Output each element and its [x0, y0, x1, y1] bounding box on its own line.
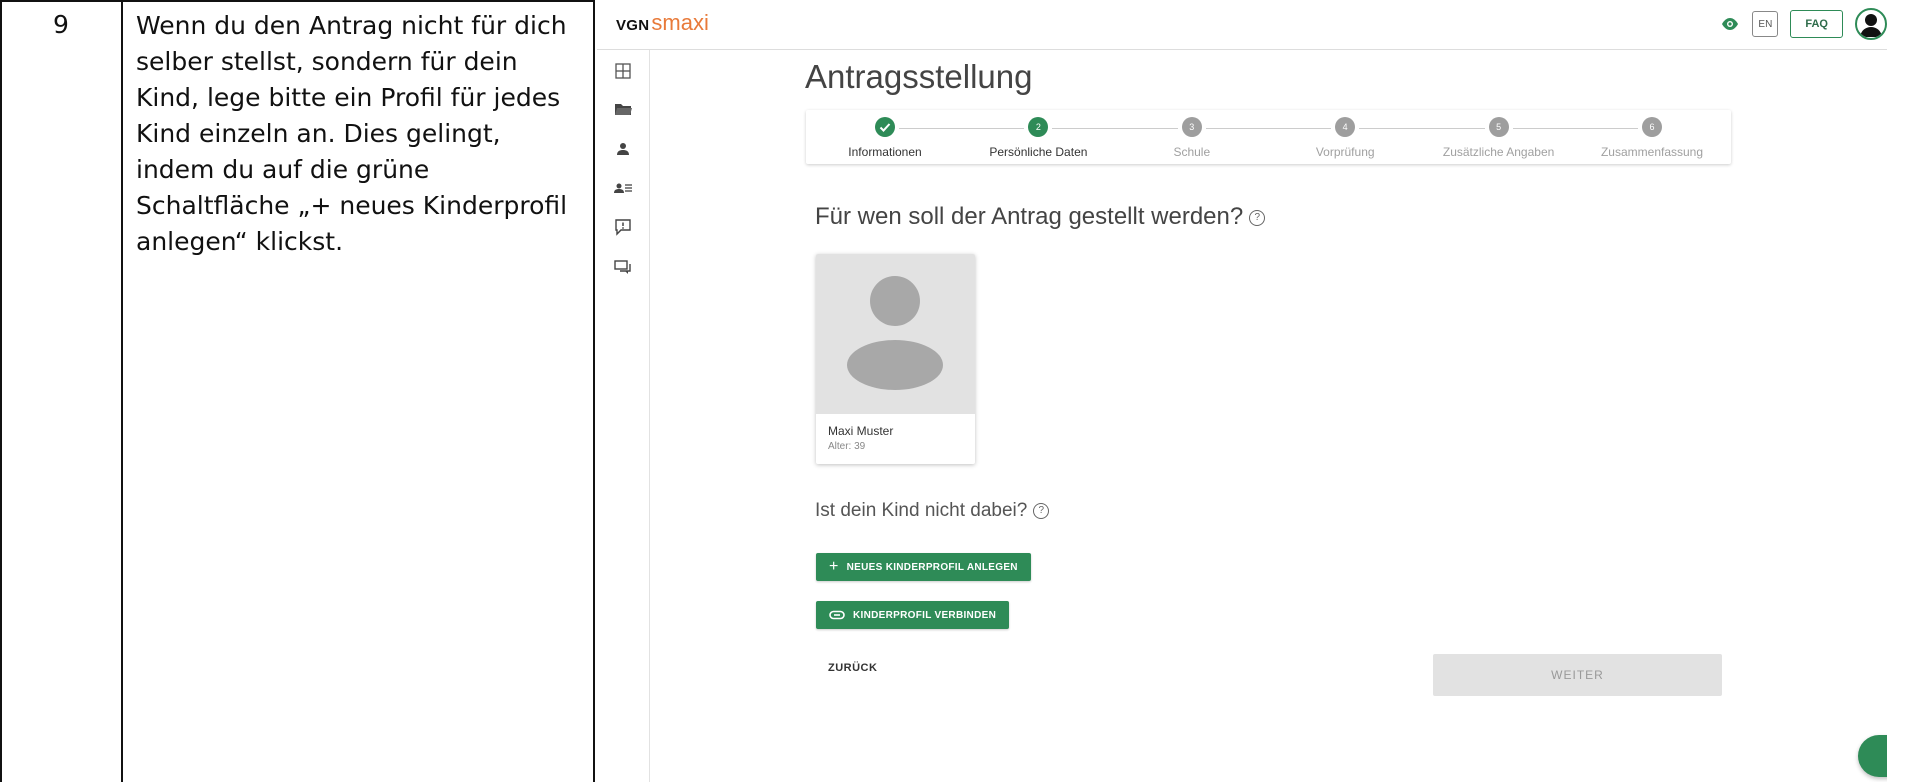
- step-label: Informationen: [848, 145, 922, 159]
- vgn-smaxi-logo[interactable]: VGNsmaxi: [616, 10, 709, 36]
- step-2[interactable]: 2 Persönliche Daten: [959, 110, 1117, 164]
- instruction-line: anlegen“ klickst.: [136, 227, 344, 256]
- app-screenshot: VGNsmaxi EN FAQ Antragsstellung Informat…: [597, 2, 1887, 782]
- feedback-icon[interactable]: [613, 217, 633, 237]
- step-4[interactable]: 4 Vorprüfung: [1266, 110, 1424, 164]
- progress-stepper: Informationen 2 Persönliche Daten 3 Schule 4 V…: [806, 110, 1731, 164]
- eye-icon[interactable]: [1720, 17, 1740, 31]
- logo-product: smaxi: [651, 10, 709, 35]
- back-button[interactable]: ZURÜCK: [828, 662, 877, 674]
- step-label: Persönliche Daten: [989, 145, 1088, 159]
- instruction-line: Schaltfläche „+ neues Kinderprofil: [136, 191, 568, 220]
- step-1[interactable]: Informationen: [806, 110, 964, 164]
- chat-icon: [1858, 735, 1887, 777]
- language-switch-icon[interactable]: EN: [1752, 11, 1779, 37]
- help-icon[interactable]: ?: [1249, 209, 1266, 226]
- step-number: 2: [1028, 117, 1049, 137]
- table-top-border: [0, 0, 595, 2]
- top-bar: VGNsmaxi EN FAQ: [597, 2, 1887, 50]
- chat-bubbles-icon[interactable]: [613, 257, 633, 277]
- person-icon[interactable]: [613, 139, 633, 159]
- person-silhouette-icon: [847, 276, 943, 390]
- new-child-profile-button[interactable]: + NEUES KINDERPROFIL ANLEGEN: [816, 553, 1031, 581]
- link-icon: [829, 606, 845, 624]
- page-title: Antragsstellung: [805, 58, 1033, 95]
- instruction-line: Kind, lege bitte ein Profil für jedes: [136, 83, 561, 112]
- dashboard-grid-icon[interactable]: [613, 61, 633, 81]
- step-label: Zusammenfassung: [1600, 145, 1704, 159]
- chat-fab-button[interactable]: [1858, 735, 1887, 777]
- instruction-line: indem du auf die grüne: [136, 155, 430, 184]
- help-icon[interactable]: ?: [1033, 502, 1050, 519]
- step-5[interactable]: 5 Zusätzliche Angaben: [1420, 110, 1578, 164]
- step-number: 4: [1335, 117, 1356, 137]
- new-child-profile-label: NEUES KINDERPROFIL ANLEGEN: [846, 561, 1018, 573]
- top-bar-actions: EN FAQ: [1720, 7, 1887, 41]
- step-3[interactable]: 3 Schule: [1113, 110, 1271, 164]
- step-label: Vorprüfung: [1315, 145, 1375, 159]
- row-number: 9: [53, 10, 69, 39]
- step-label: Schule: [1173, 145, 1211, 159]
- plus-icon: +: [829, 558, 839, 575]
- instruction-text: Wenn du den Antrag nicht für dich selber…: [136, 8, 576, 260]
- applicant-question: Für wen soll der Antrag gestellt werden?…: [815, 203, 1266, 231]
- person-list-icon[interactable]: [613, 178, 633, 198]
- step-number: 3: [1181, 117, 1202, 137]
- table-border-left: [0, 0, 2, 782]
- connect-child-profile-button[interactable]: KINDERPROFIL VERBINDEN: [816, 601, 1010, 629]
- instruction-line: Kind einzeln an. Dies gelingt,: [136, 119, 501, 148]
- child-missing-question: Ist dein Kind nicht dabei??: [815, 500, 1050, 522]
- profile-name: Maxi Muster: [828, 424, 894, 438]
- table-border-col2: [593, 0, 595, 782]
- connect-child-profile-label: KINDERPROFIL VERBINDEN: [853, 609, 997, 621]
- sidebar: [597, 50, 650, 782]
- step-number: 6: [1642, 117, 1662, 137]
- child-missing-question-text: Ist dein Kind nicht dabei?: [815, 500, 1028, 521]
- step-6[interactable]: 6 Zusammenfassung: [1573, 110, 1731, 164]
- faq-button[interactable]: FAQ: [1790, 10, 1843, 38]
- instruction-line: selber stellst, sondern für dein: [136, 47, 518, 76]
- next-button[interactable]: WEITER: [1433, 654, 1722, 696]
- applicant-question-text: Für wen soll der Antrag gestellt werden?: [815, 203, 1244, 230]
- step-label: Zusätzliche Angaben: [1442, 145, 1555, 159]
- table-border-col1: [121, 0, 123, 782]
- profile-card[interactable]: Maxi Muster Alter: 39: [816, 254, 975, 464]
- step-number: 5: [1488, 117, 1509, 137]
- main-content: Antragsstellung Informationen 2 Persönlich…: [650, 50, 1887, 782]
- logo-brand: VGN: [616, 17, 650, 34]
- page-margin: [1887, 0, 1907, 782]
- folder-icon[interactable]: [613, 99, 633, 119]
- user-avatar-icon[interactable]: [1855, 8, 1887, 40]
- instruction-line: Wenn du den Antrag nicht für dich: [136, 11, 567, 40]
- profile-placeholder-image: [816, 254, 975, 414]
- check-icon: [875, 117, 895, 137]
- profile-age: Alter: 39: [828, 441, 866, 452]
